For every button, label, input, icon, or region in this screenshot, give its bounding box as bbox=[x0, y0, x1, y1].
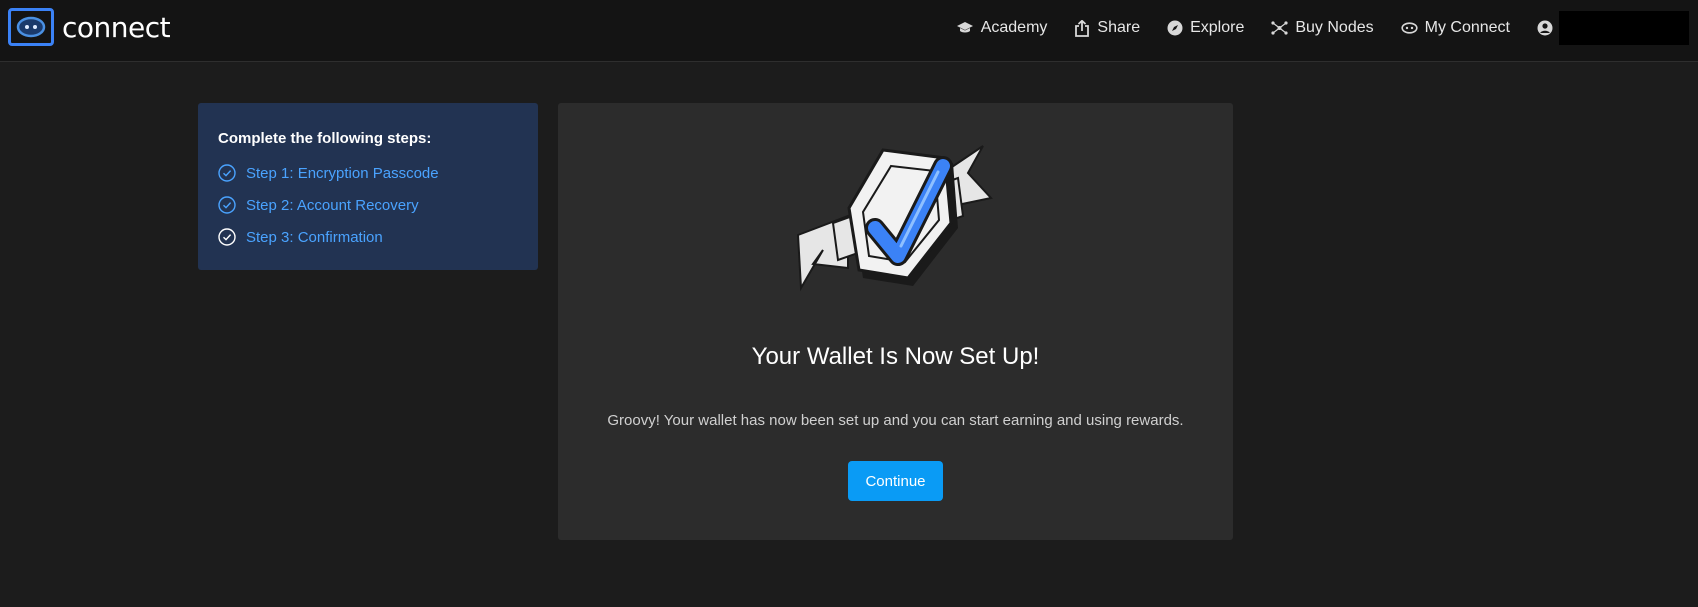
logo-icon bbox=[8, 8, 54, 46]
nav-explore[interactable]: Explore bbox=[1167, 19, 1244, 37]
logo-text: connect bbox=[62, 10, 171, 44]
nav-academy-label: Academy bbox=[980, 19, 1048, 36]
nav-buy-nodes[interactable]: Buy Nodes bbox=[1271, 19, 1374, 37]
steps-title: Complete the following steps: bbox=[218, 130, 432, 147]
card-title: Your Wallet Is Now Set Up! bbox=[751, 343, 1040, 370]
nav-explore-label: Explore bbox=[1190, 19, 1245, 36]
nav-my-connect-label: My Connect bbox=[1424, 19, 1510, 36]
check-circle-icon bbox=[218, 196, 236, 214]
nodes-icon bbox=[1271, 21, 1288, 35]
eye-icon bbox=[1401, 22, 1418, 34]
step-2-label: Step 2: Account Recovery bbox=[246, 196, 419, 214]
check-circle-icon bbox=[218, 228, 236, 246]
main-nav: Academy Share Explore Buy Nodes My Conne… bbox=[956, 0, 1698, 56]
account-name-redacted[interactable] bbox=[1559, 11, 1689, 45]
step-1[interactable]: Step 1: Encryption Passcode bbox=[218, 157, 518, 189]
graduation-cap-icon bbox=[956, 22, 973, 33]
step-2[interactable]: Step 2: Account Recovery bbox=[218, 189, 518, 221]
step-3-label: Step 3: Confirmation bbox=[246, 228, 383, 246]
top-bar: connect Academy Share Explore Buy Nodes … bbox=[0, 0, 1698, 62]
step-3[interactable]: Step 3: Confirmation bbox=[218, 221, 518, 253]
compass-icon bbox=[1167, 20, 1183, 36]
card-message: Groovy! Your wallet has now been set up … bbox=[607, 412, 1184, 429]
user-circle-icon[interactable] bbox=[1537, 20, 1553, 36]
steps-panel: Complete the following steps: Step 1: En… bbox=[198, 103, 538, 270]
step-1-label: Step 1: Encryption Passcode bbox=[246, 164, 439, 182]
nav-buy-nodes-label: Buy Nodes bbox=[1295, 19, 1374, 36]
checkmark-badge-illustration bbox=[793, 138, 993, 298]
share-icon bbox=[1075, 19, 1090, 37]
confirmation-card: Your Wallet Is Now Set Up! Groovy! Your … bbox=[558, 103, 1233, 540]
nav-share-label: Share bbox=[1097, 19, 1141, 36]
nav-my-connect[interactable]: My Connect bbox=[1401, 19, 1510, 37]
continue-button[interactable]: Continue bbox=[848, 461, 943, 501]
check-circle-icon bbox=[218, 164, 236, 182]
nav-share[interactable]: Share bbox=[1074, 19, 1140, 37]
nav-academy[interactable]: Academy bbox=[956, 19, 1048, 37]
logo[interactable]: connect bbox=[8, 8, 171, 46]
